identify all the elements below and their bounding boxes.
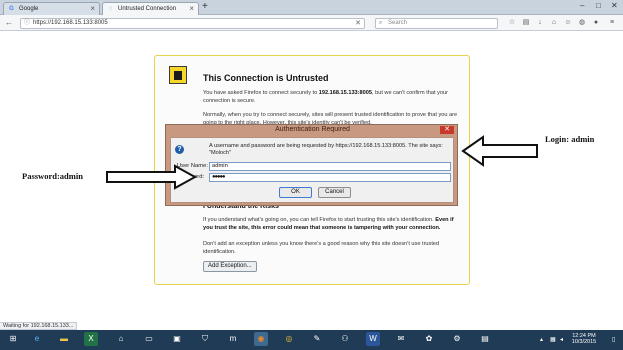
download-icon[interactable]: ↓ [536, 19, 544, 27]
notification-icon[interactable]: ▯ [612, 336, 615, 343]
tab-untrusted-connection[interactable]: ◌ Untrusted Connection × [102, 2, 199, 15]
tab-label: Google [19, 6, 39, 12]
firefox-icon[interactable]: ◉ [254, 332, 268, 346]
url-bar[interactable]: ⓘ https://192.168.15.133:8005 ✕ [20, 18, 365, 29]
search-icon: ⌕ [379, 20, 383, 26]
remote-desktop-icon[interactable]: ▭ [142, 332, 156, 346]
tray-arrow-icon[interactable]: ▴ [540, 336, 543, 343]
taskbar: ⊞ e ▬ X ⌂ ▭ ▣ ⛉ m ◉ ◎ ✎ ⚇ W ✉ ✿ ⚙ ▤ ▴ ▦ … [0, 330, 623, 350]
error-text: You have asked Firefox to connect secure… [203, 90, 319, 96]
close-window-icon[interactable]: ✕ [611, 1, 618, 10]
account-icon[interactable]: ● [592, 19, 600, 27]
home-icon[interactable]: ⌂ [114, 332, 128, 346]
network-icon[interactable]: ▣ [170, 332, 184, 346]
star-icon[interactable]: ☆ [508, 19, 516, 27]
close-tab-icon[interactable]: × [189, 4, 194, 13]
reload-icon[interactable]: ✕ [355, 19, 361, 28]
question-icon: ? [175, 145, 184, 154]
password-field[interactable]: ●●●●● [209, 173, 451, 182]
authentication-dialog: Authentication Required ✕ ? A username a… [165, 124, 458, 206]
settings-icon[interactable]: ⚙ [450, 332, 464, 346]
risks-text: If you understand what's going on, you c… [203, 217, 436, 223]
ie-icon[interactable]: e [30, 332, 44, 346]
password-annotation: Password:admin [22, 171, 83, 181]
tool-icon[interactable]: ✎ [310, 332, 324, 346]
paint-icon[interactable]: ✿ [422, 332, 436, 346]
tab-strip: G Google × ◌ Untrusted Connection × + – … [0, 0, 623, 15]
network-share-icon[interactable]: ⚇ [338, 332, 352, 346]
start-icon[interactable]: ⊞ [6, 332, 20, 346]
site-info-icon[interactable]: ⓘ [24, 19, 30, 28]
dialog-title: Authentication Required [275, 126, 350, 133]
mail-icon[interactable]: ✉ [394, 332, 408, 346]
username-field[interactable]: admin [209, 162, 451, 171]
google-g-icon: G [9, 5, 14, 12]
exception-warning: Don't add an exception unless you know t… [203, 241, 440, 255]
navigation-toolbar: ← ⓘ https://192.168.15.133:8005 ✕ ⌕ Sear… [0, 15, 623, 31]
clock-date: 10/3/2015 [571, 339, 597, 345]
error-description: You have asked Firefox to connect secure… [203, 89, 461, 105]
maxthon-icon[interactable]: m [226, 332, 240, 346]
url-text: https://192.168.15.133:8005 [33, 20, 108, 26]
tray-network-icon[interactable]: ▦ [550, 336, 556, 343]
close-icon[interactable]: ✕ [440, 126, 454, 134]
close-tab-icon[interactable]: × [90, 4, 95, 13]
minimize-icon[interactable]: – [580, 1, 584, 10]
error-host: 192.168.15.133:8005 [318, 90, 372, 96]
tab-google[interactable]: G Google × [3, 2, 100, 15]
login-arrow [461, 135, 538, 167]
search-placeholder: Search [388, 20, 408, 26]
page-title: This Connection is Untrusted [203, 73, 329, 83]
loading-spinner-icon: ◌ [108, 5, 113, 12]
back-icon[interactable]: ← [4, 18, 14, 28]
risks-description: If you understand what's going on, you c… [203, 216, 461, 232]
word-icon[interactable]: W [366, 332, 380, 346]
dialog-body: ? A username and password are being requ… [170, 137, 454, 203]
addon-icon[interactable]: ◍ [578, 19, 586, 27]
clock[interactable]: 12:24 PM 10/3/2015 [567, 333, 601, 345]
excel-icon[interactable]: X [84, 332, 98, 346]
chrome-icon[interactable]: ◎ [282, 332, 296, 346]
file-explorer-icon[interactable]: ▬ [57, 332, 71, 346]
new-tab-button[interactable]: + [202, 1, 208, 12]
tab-label: Untrusted Connection [118, 6, 177, 12]
login-annotation: Login: admin [545, 134, 595, 144]
shield-icon[interactable]: ⛉ [198, 332, 212, 346]
warning-officer-icon [169, 66, 187, 84]
chat-icon[interactable]: ☺ [564, 19, 572, 27]
add-exception-button[interactable]: Add Exception... [203, 261, 257, 272]
ok-button[interactable]: OK [279, 187, 312, 198]
search-input[interactable]: ⌕ Search [375, 18, 498, 29]
home-button-icon[interactable]: ⌂ [550, 19, 558, 27]
dialog-message: A username and password are being reques… [209, 143, 443, 156]
status-bar: Waiting for 192.168.15.133... [0, 322, 78, 330]
cancel-button[interactable]: Cancel [318, 187, 351, 198]
volume-icon[interactable]: ◂ [560, 336, 563, 343]
notepad-icon[interactable]: ▤ [478, 332, 492, 346]
maximize-icon[interactable]: □ [596, 1, 601, 10]
password-arrow [106, 164, 197, 190]
reading-list-icon[interactable]: ▤ [522, 19, 530, 27]
menu-icon[interactable]: ≡ [608, 19, 616, 27]
